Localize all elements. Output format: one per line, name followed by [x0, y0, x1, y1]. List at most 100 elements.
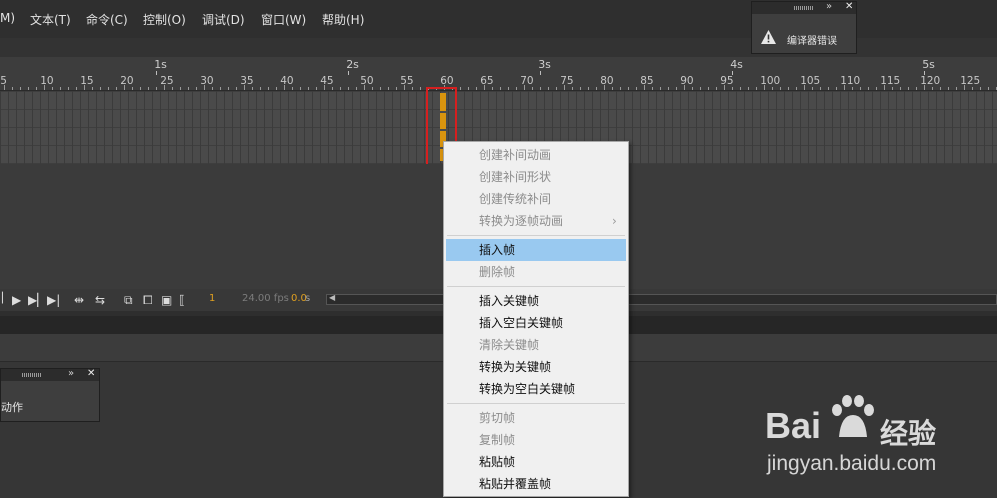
modify-markers-icon[interactable]: ⟦: [179, 293, 185, 307]
ruler-second-label: 1s: [154, 58, 167, 71]
ruler-tick: [188, 87, 190, 90]
ruler-tick: [252, 87, 254, 90]
ruler-tick: [68, 87, 70, 90]
ruler-frame-label: 125: [960, 75, 981, 87]
menu-item-insert-keyframe[interactable]: 插入关键帧: [446, 290, 626, 312]
center-frame-icon[interactable]: ⇆: [95, 293, 105, 307]
collapse-icon[interactable]: »: [826, 1, 832, 12]
ruler-frame-label: 90: [680, 75, 694, 87]
ruler-tick: [748, 87, 750, 90]
ruler-tick: [76, 87, 78, 90]
ruler-frame-label: 110: [840, 75, 861, 87]
compiler-errors-title[interactable]: 编译器错误: [787, 32, 837, 47]
ruler-tick: [524, 85, 526, 90]
compiler-errors-panel[interactable]: » ✕ 编译器错误: [751, 1, 857, 54]
step-forward-icon[interactable]: ▶▏: [28, 293, 46, 307]
ruler-tick: [764, 85, 766, 90]
ruler-second-tick: [348, 71, 350, 75]
ruler-frame-label: 100: [760, 75, 781, 87]
ruler-tick: [348, 87, 350, 90]
menu-modify[interactable]: M): [0, 11, 15, 25]
ruler-tick: [324, 85, 326, 90]
menu-item-copy-frames[interactable]: 复制帧: [446, 429, 626, 451]
timeline-ruler[interactable]: 5 10 15 20 25 30 35 40 45 50 55 60 65 70 75 80 85 90 95 100…: [0, 57, 997, 91]
actions-title[interactable]: 动作: [1, 399, 23, 415]
ruler-frame-label: 35: [240, 75, 254, 87]
ruler-tick: [124, 85, 126, 90]
ruler-tick: [100, 87, 102, 90]
menu-item-insert-frame[interactable]: 插入帧: [446, 239, 626, 261]
menu-separator: [447, 286, 625, 287]
ruler-tick: [916, 87, 918, 90]
scroll-left-icon[interactable]: ◀: [329, 293, 335, 302]
frame-rate[interactable]: 24.00 fps: [242, 293, 289, 304]
ruler-tick: [380, 87, 382, 90]
step-back-icon[interactable]: ▏: [2, 293, 10, 304]
ruler-tick: [492, 87, 494, 90]
ruler-tick: [796, 87, 798, 90]
ruler-frame-label: 65: [480, 75, 494, 87]
menu-control[interactable]: 控制(O): [143, 11, 186, 28]
onion-skin-icon[interactable]: ⧉: [124, 293, 133, 308]
play-icon[interactable]: ▶: [12, 293, 21, 307]
menu-item-paste-and-overwrite-frames[interactable]: 粘贴并覆盖帧: [446, 473, 626, 495]
go-to-last-icon[interactable]: ▶|: [47, 293, 60, 307]
collapse-icon[interactable]: »: [68, 368, 74, 379]
ruler-tick: [212, 87, 214, 90]
panel-header[interactable]: » ✕: [1, 368, 99, 381]
menu-item-clear-keyframe[interactable]: 清除关键帧: [446, 334, 626, 356]
ruler-second-tick: [540, 71, 542, 75]
ruler-tick: [540, 87, 542, 90]
panel-header[interactable]: » ✕: [752, 1, 856, 14]
menu-item-cut-frames[interactable]: 剪切帧: [446, 407, 626, 429]
close-icon[interactable]: ✕: [87, 368, 95, 379]
ruler-tick: [260, 87, 262, 90]
current-frame[interactable]: 1: [209, 293, 215, 304]
ruler-tick: [980, 87, 982, 90]
ruler-tick: [732, 87, 734, 90]
drag-grip-icon[interactable]: [22, 373, 42, 377]
ruler-tick: [140, 87, 142, 90]
menu-text[interactable]: 文本(T): [30, 11, 71, 28]
ruler-tick: [148, 87, 150, 90]
menu-item-create-shape-tween[interactable]: 创建补间形状: [446, 166, 626, 188]
ruler-tick: [628, 87, 630, 90]
drag-grip-icon[interactable]: [794, 6, 814, 10]
menu-debug[interactable]: 调试(D): [202, 11, 245, 28]
ruler-tick: [740, 87, 742, 90]
edit-multiple-icon[interactable]: ▣: [161, 293, 172, 307]
paw-logo-icon: [832, 395, 874, 437]
ruler-second-label: 4s: [730, 58, 743, 71]
ruler-frame-label: 95: [720, 75, 734, 87]
menu-item-paste-frames[interactable]: 粘贴帧: [446, 451, 626, 473]
onion-outline-icon[interactable]: ⧠: [143, 293, 153, 308]
submenu-arrow-icon: ›: [612, 214, 617, 228]
ruler-tick: [284, 85, 286, 90]
menu-separator: [447, 403, 625, 404]
ruler-frame-label: 10: [40, 75, 54, 87]
menu-item-create-motion-tween[interactable]: 创建补间动画: [446, 144, 626, 166]
ruler-tick: [868, 87, 870, 90]
menu-commands[interactable]: 命令(C): [86, 11, 128, 28]
loop-icon[interactable]: ⇹: [74, 293, 84, 307]
menu-item-convert-to-keyframe[interactable]: 转换为关键帧: [446, 356, 626, 378]
ruler-tick: [756, 87, 758, 90]
menu-item-convert-to-blank-keyframe[interactable]: 转换为空白关键帧: [446, 378, 626, 400]
ruler-tick: [132, 87, 134, 90]
menu-item-create-classic-tween[interactable]: 创建传统补间: [446, 188, 626, 210]
menu-help[interactable]: 帮助(H): [322, 11, 364, 28]
ruler-tick: [156, 87, 158, 90]
menu-window[interactable]: 窗口(W): [261, 11, 306, 28]
close-icon[interactable]: ✕: [845, 1, 853, 12]
ruler-tick: [308, 87, 310, 90]
menu-item-convert-frame-by-frame[interactable]: 转换为逐帧动画 ›: [446, 210, 626, 232]
actions-panel[interactable]: » ✕ 动作: [0, 368, 100, 422]
menu-item-insert-blank-keyframe[interactable]: 插入空白关键帧: [446, 312, 626, 334]
timeline-scrollbar[interactable]: ◀: [326, 293, 997, 305]
ruler-frame-label: 30: [200, 75, 214, 87]
ruler-tick: [12, 87, 14, 90]
ruler-frame-label: 25: [160, 75, 174, 87]
ruler-frame-label: 15: [80, 75, 94, 87]
ruler-tick: [508, 87, 510, 90]
menu-item-remove-frames[interactable]: 删除帧: [446, 261, 626, 283]
